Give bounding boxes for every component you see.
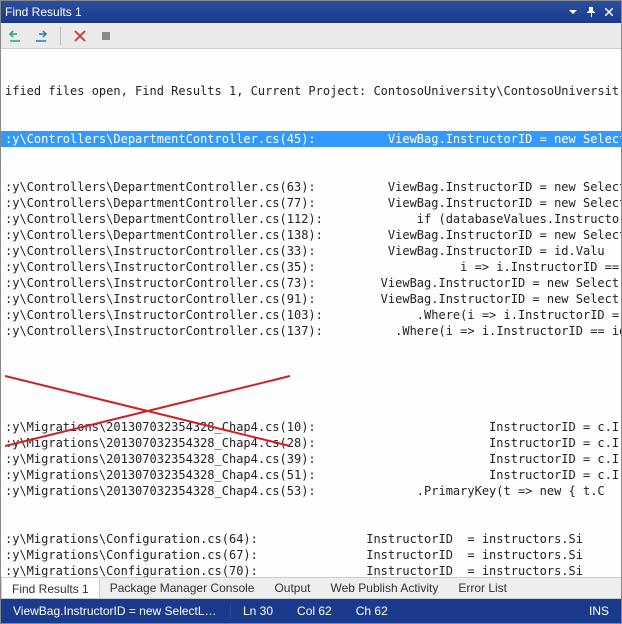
goto-prev-button[interactable] [5,26,25,46]
close-button[interactable] [601,5,617,19]
window-title: Find Results 1 [5,5,563,19]
bottom-tabs: Find Results 1 Package Manager Console O… [1,577,621,599]
result-line[interactable]: :y\Controllers\InstructorController.cs(3… [1,259,621,275]
window-menu-button[interactable] [565,5,581,19]
result-line[interactable]: :y\Controllers\DepartmentController.cs(6… [1,179,621,195]
goto-next-button[interactable] [31,26,51,46]
result-line[interactable]: :y\Migrations\201307032354328_Chap4.cs(5… [1,467,621,483]
result-line[interactable]: :y\Migrations\Configuration.cs(70): Inst… [1,563,621,577]
result-line[interactable]: :y\Controllers\InstructorController.cs(1… [1,307,621,323]
tab-output[interactable]: Output [264,578,320,598]
result-line[interactable]: :y\Controllers\DepartmentController.cs(7… [1,195,621,211]
tab-package-manager[interactable]: Package Manager Console [100,578,265,598]
clear-button[interactable] [70,26,90,46]
result-line[interactable]: :y\Controllers\DepartmentController.cs(1… [1,211,621,227]
stop-button[interactable] [96,26,116,46]
tab-find-results[interactable]: Find Results 1 [1,578,100,598]
result-line[interactable]: :y\Controllers\DepartmentController.cs(1… [1,227,621,243]
result-line[interactable]: :y\Controllers\InstructorController.cs(7… [1,275,621,291]
status-bar: ViewBag.InstructorID = new SelectList(db… [1,599,621,623]
results-pane[interactable]: ified files open, Find Results 1, Curren… [1,49,621,577]
status-ch: Ch 62 [344,604,400,618]
result-line[interactable]: :y\Migrations\Configuration.cs(64): Inst… [1,531,621,547]
result-line[interactable]: :y\Migrations\201307032354328_Chap4.cs(5… [1,483,621,499]
status-line: Ln 30 [231,604,285,618]
result-line[interactable]: :y\Migrations\Configuration.cs(67): Inst… [1,547,621,563]
status-message: ViewBag.InstructorID = new SelectList(db… [1,604,231,618]
result-line[interactable]: :y\Migrations\201307032354328_Chap4.cs(2… [1,435,621,451]
result-line[interactable]: :y\Controllers\InstructorController.cs(9… [1,291,621,307]
result-line[interactable]: :y\Migrations\201307032354328_Chap4.cs(3… [1,451,621,467]
toolbar [1,23,621,49]
result-line[interactable]: :y\Controllers\InstructorController.cs(1… [1,323,621,339]
toolbar-separator [60,27,61,45]
tab-web-publish[interactable]: Web Publish Activity [321,578,449,598]
status-col: Col 62 [285,604,344,618]
result-line[interactable]: :y\Migrations\201307032354328_Chap4.cs(1… [1,419,621,435]
pin-button[interactable] [583,5,599,19]
status-ins: INS [577,604,621,618]
result-header: ified files open, Find Results 1, Curren… [1,83,621,99]
tab-error-list[interactable]: Error List [448,578,517,598]
titlebar: Find Results 1 [1,1,621,23]
result-line-selected[interactable]: :y\Controllers\DepartmentController.cs(4… [1,131,621,147]
result-line[interactable]: :y\Controllers\InstructorController.cs(3… [1,243,621,259]
